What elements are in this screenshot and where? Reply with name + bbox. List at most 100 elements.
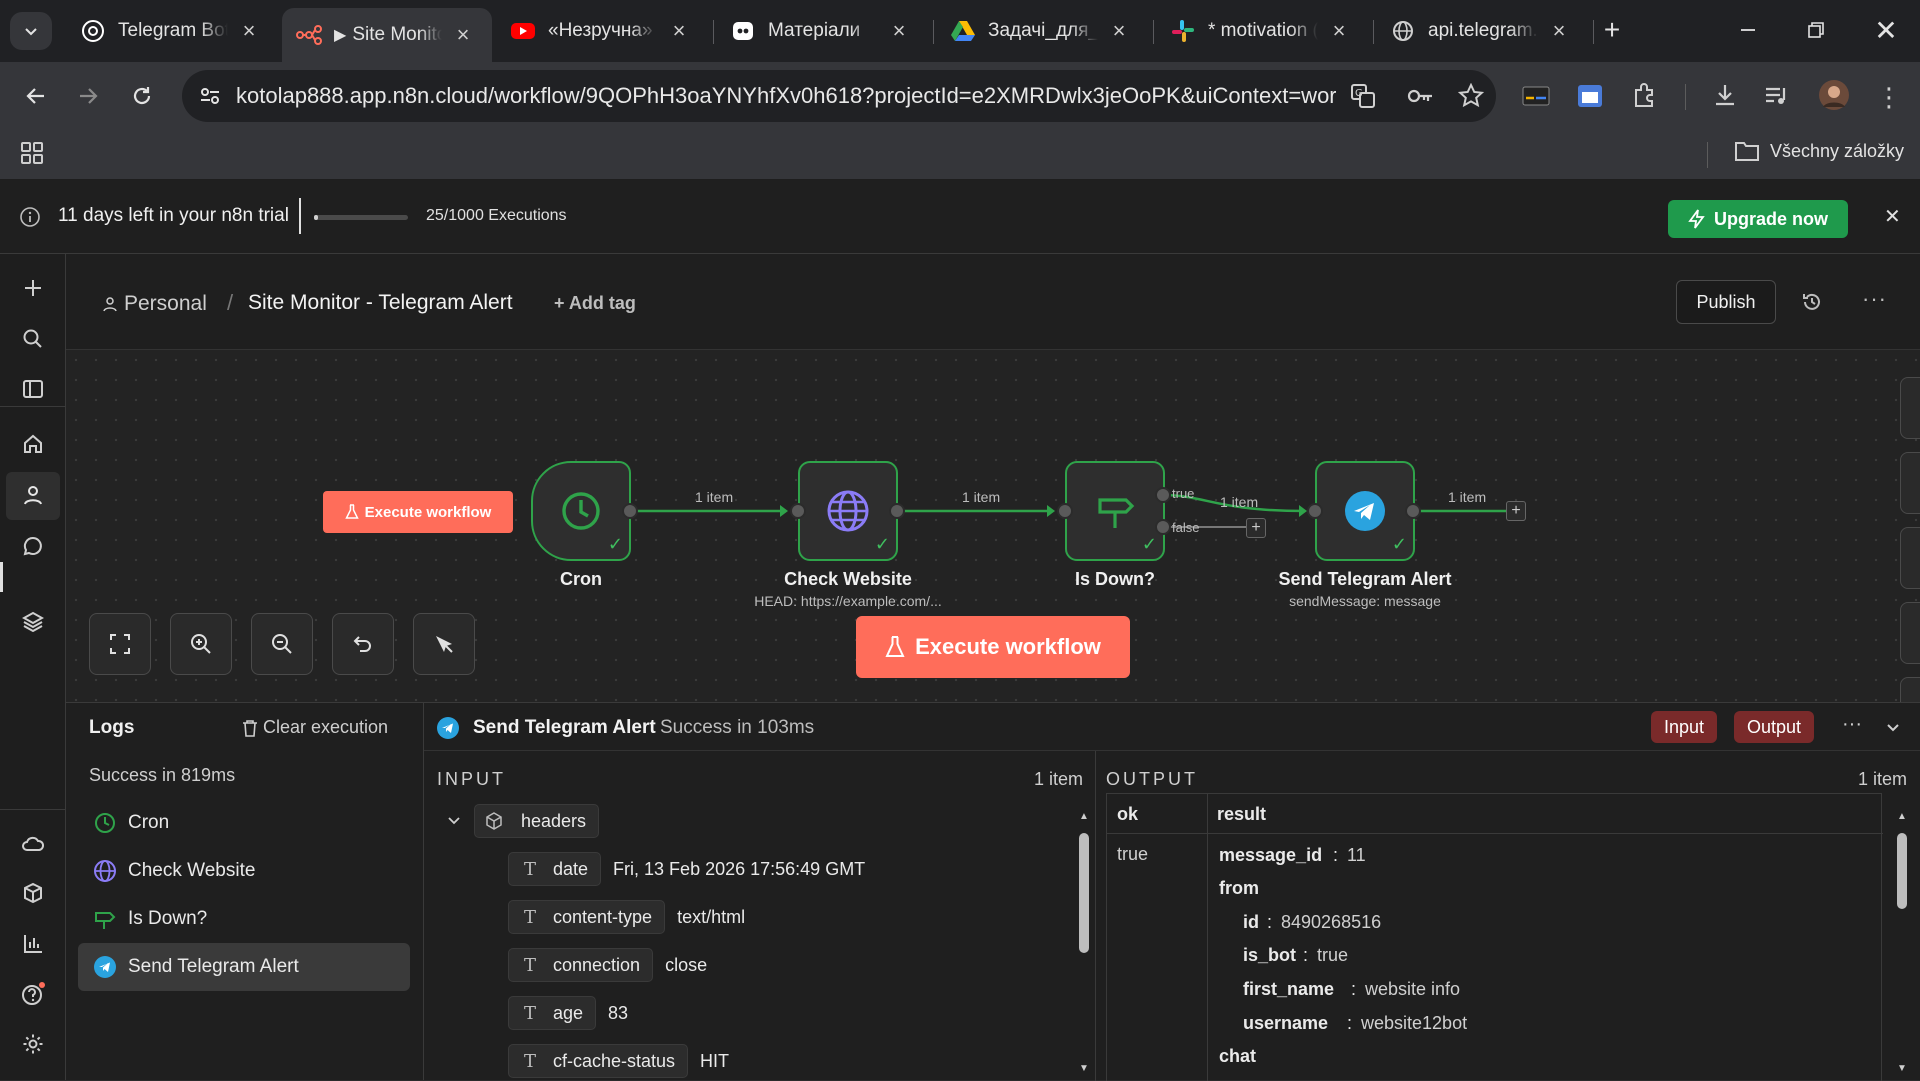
close-banner-icon[interactable]: ✕ — [1884, 204, 1901, 229]
clear-execution-button[interactable]: Clear execution — [242, 717, 388, 738]
true-output-port[interactable] — [1155, 487, 1171, 503]
node-check-website[interactable]: ✓ — [798, 461, 898, 561]
more-options-icon[interactable]: ··· — [1862, 286, 1887, 312]
fit-view-button[interactable] — [89, 613, 151, 675]
gear-icon[interactable] — [16, 1027, 50, 1061]
tab-slack[interactable]: * motivation ( × — [1156, 8, 1368, 54]
workflow-canvas[interactable]: Execute workflow ✓ Cron ✓ Check Website … — [66, 350, 1920, 702]
close-icon[interactable]: × — [1328, 18, 1350, 43]
undo-button[interactable] — [332, 613, 394, 675]
sticky-note-button[interactable] — [1900, 527, 1920, 589]
scroll-up-icon[interactable]: ▲ — [1897, 811, 1907, 822]
close-icon[interactable]: × — [668, 18, 690, 43]
node-cron[interactable]: ✓ — [531, 461, 631, 561]
log-item-check-website[interactable]: Check Website — [78, 847, 410, 895]
execute-workflow-small-button[interactable]: Execute workflow — [323, 491, 513, 533]
person-icon[interactable] — [16, 478, 50, 512]
history-icon[interactable] — [1801, 291, 1823, 313]
node-is-down[interactable]: ✓ — [1065, 461, 1165, 561]
close-window-button[interactable]: ✕ — [1864, 12, 1908, 48]
input-port[interactable] — [1307, 503, 1323, 519]
tab-youtube[interactable]: «Незручна» р × — [496, 8, 708, 54]
more-options-icon[interactable]: ··· — [1842, 713, 1862, 736]
input-port[interactable] — [1057, 503, 1073, 519]
site-settings-icon[interactable] — [198, 84, 222, 108]
scroll-down-icon[interactable]: ▼ — [1897, 1063, 1907, 1074]
tab-search-button[interactable] — [10, 12, 52, 50]
add-node-output-button[interactable]: + — [1506, 501, 1526, 521]
add-node-button[interactable] — [1900, 377, 1920, 439]
forward-button[interactable] — [68, 76, 108, 116]
panel-toggle-icon[interactable] — [16, 372, 50, 406]
headers-group[interactable]: headers — [474, 802, 600, 840]
zoom-in-button[interactable] — [170, 613, 232, 675]
back-button[interactable] — [16, 76, 56, 116]
input-toggle-button[interactable]: Input — [1651, 711, 1718, 743]
translate-icon[interactable]: G — [1350, 83, 1376, 109]
publish-button[interactable]: Publish — [1676, 280, 1776, 324]
close-icon[interactable]: × — [1548, 18, 1570, 43]
key-icon[interactable] — [1406, 84, 1434, 108]
tab-materials[interactable]: Матеріали × — [716, 8, 928, 54]
media-control-icon[interactable] — [1764, 84, 1790, 108]
chevron-down-icon[interactable] — [446, 813, 462, 829]
output-scrollbar[interactable] — [1897, 833, 1907, 909]
chart-icon[interactable] — [16, 927, 50, 961]
ai-assistant-button[interactable] — [1900, 677, 1920, 702]
plus-icon[interactable] — [16, 271, 50, 305]
layers-icon[interactable] — [16, 604, 50, 638]
chat-icon[interactable] — [16, 529, 50, 563]
scroll-up-icon[interactable]: ▲ — [1079, 811, 1089, 822]
restore-button[interactable] — [1794, 12, 1838, 48]
false-output-port[interactable] — [1155, 519, 1171, 535]
output-port[interactable] — [1405, 503, 1421, 519]
close-icon[interactable]: × — [1108, 18, 1130, 43]
toggle-panel-button[interactable] — [1900, 602, 1920, 664]
upgrade-now-button[interactable]: Upgrade now — [1668, 200, 1848, 238]
tab-google-drive[interactable]: Задачі_для_п × — [936, 8, 1148, 54]
collapse-panel-icon[interactable] — [1884, 719, 1902, 737]
log-item-send-telegram-alert[interactable]: Send Telegram Alert — [78, 943, 410, 991]
avatar[interactable] — [1818, 79, 1850, 111]
cloud-icon[interactable] — [16, 826, 50, 860]
close-icon[interactable]: × — [452, 22, 474, 47]
all-bookmarks-button[interactable]: Všechny záložky — [1734, 140, 1904, 162]
tidy-up-button[interactable] — [413, 613, 475, 675]
project-breadcrumb[interactable]: Personal — [102, 292, 207, 316]
cube-icon[interactable] — [16, 876, 50, 910]
address-bar[interactable]: kotolap888.app.n8n.cloud/workflow/9QOPhH… — [182, 70, 1496, 122]
apps-grid-icon[interactable] — [20, 141, 44, 165]
minimize-button[interactable] — [1726, 12, 1770, 48]
output-port[interactable] — [889, 503, 905, 519]
zoom-out-button[interactable] — [251, 613, 313, 675]
workflow-name[interactable]: Site Monitor - Telegram Alert — [248, 291, 513, 315]
puzzle-icon[interactable] — [1632, 82, 1658, 108]
calendar-extension-icon[interactable] — [1576, 82, 1604, 110]
star-icon[interactable] — [1458, 83, 1484, 109]
output-port[interactable] — [622, 503, 638, 519]
tab-telegram-bot[interactable]: Telegram Bot × — [66, 8, 278, 54]
log-item-is-down[interactable]: Is Down? — [78, 895, 410, 943]
extension-icon[interactable] — [1522, 86, 1550, 106]
tab-site-monitor[interactable]: ▶ Site Monitor × — [282, 8, 492, 62]
add-tag-button[interactable]: + Add tag — [554, 293, 636, 314]
add-node-false-button[interactable]: + — [1246, 518, 1266, 538]
input-port[interactable] — [790, 503, 806, 519]
new-tab-button[interactable]: + — [1590, 12, 1634, 48]
execute-workflow-button[interactable]: Execute workflow — [856, 616, 1130, 678]
close-icon[interactable]: × — [238, 18, 260, 43]
search-nodes-button[interactable] — [1900, 452, 1920, 514]
menu-dots-icon[interactable]: ⋮ — [1876, 82, 1902, 113]
reload-button[interactable] — [122, 76, 162, 116]
node-send-telegram-alert[interactable]: ✓ — [1315, 461, 1415, 561]
home-icon[interactable] — [16, 427, 50, 461]
output-toggle-button[interactable]: Output — [1734, 711, 1815, 743]
close-icon[interactable]: × — [888, 18, 910, 43]
help-icon[interactable] — [16, 977, 50, 1011]
log-item-cron[interactable]: Cron — [78, 799, 410, 847]
search-icon[interactable] — [16, 322, 50, 356]
scroll-down-icon[interactable]: ▼ — [1079, 1063, 1089, 1074]
input-scrollbar[interactable] — [1079, 833, 1089, 953]
tab-api-telegram[interactable]: api.telegram.c × — [1376, 8, 1588, 54]
download-icon[interactable] — [1712, 82, 1738, 108]
